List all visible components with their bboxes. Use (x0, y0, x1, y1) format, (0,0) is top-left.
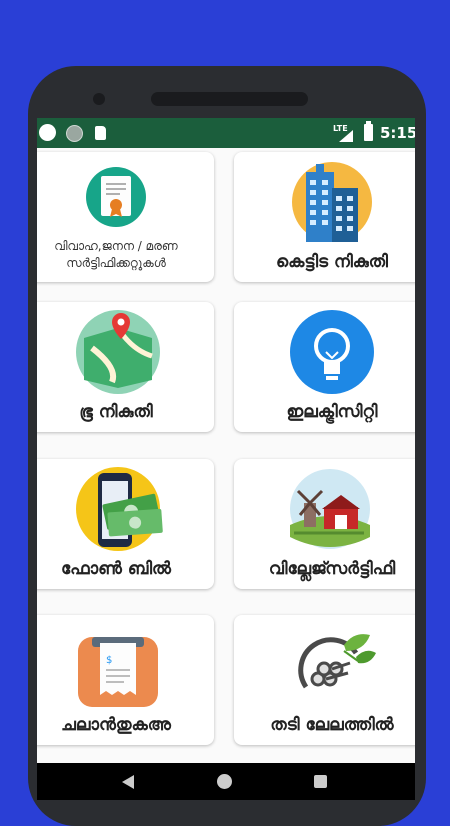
signal-icon (339, 130, 353, 142)
village-farm-icon (290, 469, 370, 549)
front-camera (93, 93, 105, 105)
earpiece-speaker (151, 92, 308, 106)
map-location-icon (76, 310, 160, 394)
lightbulb-icon (290, 310, 374, 394)
notification-icon (39, 124, 56, 141)
recent-apps-icon[interactable] (314, 775, 327, 788)
card-phone-bill[interactable]: ഫോൺ ബിൽ (37, 459, 214, 589)
sd-card-icon (95, 126, 106, 140)
card-village-certificate-label: വില്ലേജ്സർട്ടിഫി (268, 559, 396, 579)
back-icon[interactable] (122, 775, 134, 789)
card-phone-bill-label: ഫോൺ ബിൽ (61, 559, 171, 579)
card-building-tax[interactable]: കെട്ടിട നികുതി (234, 152, 415, 282)
certificate-icon (86, 167, 146, 227)
status-bar: LTE 5:15 (37, 118, 415, 148)
timber-logs-icon (298, 634, 376, 689)
svg-text:$: $ (106, 655, 112, 666)
card-challan[interactable]: $ ചലാൻതുകഅ (37, 615, 214, 745)
card-timber-auction[interactable]: തടി ലേലത്തിൽ (234, 615, 415, 745)
card-village-certificate[interactable]: വില്ലേജ്സർട്ടിഫി (234, 459, 415, 589)
card-electricity[interactable]: ഇലക്ട്രിസിറ്റി (234, 302, 415, 432)
navigation-bar (37, 763, 415, 800)
phone-money-icon (76, 467, 163, 551)
home-icon[interactable] (217, 774, 232, 789)
card-certificates-label: വിവാഹ,ജനന / മരണ സർട്ടിഫിക്കറ്റുകൾ (54, 239, 178, 270)
card-building-tax-label: കെട്ടിട നികുതി (276, 252, 388, 272)
card-land-tax-label: ഭൂ നികുതി (79, 402, 153, 422)
screen: LTE 5:15 വിവാഹ,ജനന / മരണ സർട്ടിഫിക്കറ്റു… (37, 118, 415, 800)
status-time: 5:15 (380, 124, 415, 142)
card-challan-label: ചലാൻതുകഅ (61, 715, 171, 735)
sync-icon (66, 125, 83, 142)
battery-icon (364, 121, 373, 141)
card-timber-auction-label: തടി ലേലത്തിൽ (270, 715, 394, 735)
card-land-tax[interactable]: ഭൂ നികുതി (37, 302, 214, 432)
card-certificates[interactable]: വിവാഹ,ജനന / മരണ സർട്ടിഫിക്കറ്റുകൾ (37, 152, 214, 282)
card-electricity-label: ഇലക്ട്രിസിറ്റി (286, 402, 378, 422)
receipt-printer-icon: $ (78, 637, 158, 707)
building-icon (292, 162, 372, 242)
